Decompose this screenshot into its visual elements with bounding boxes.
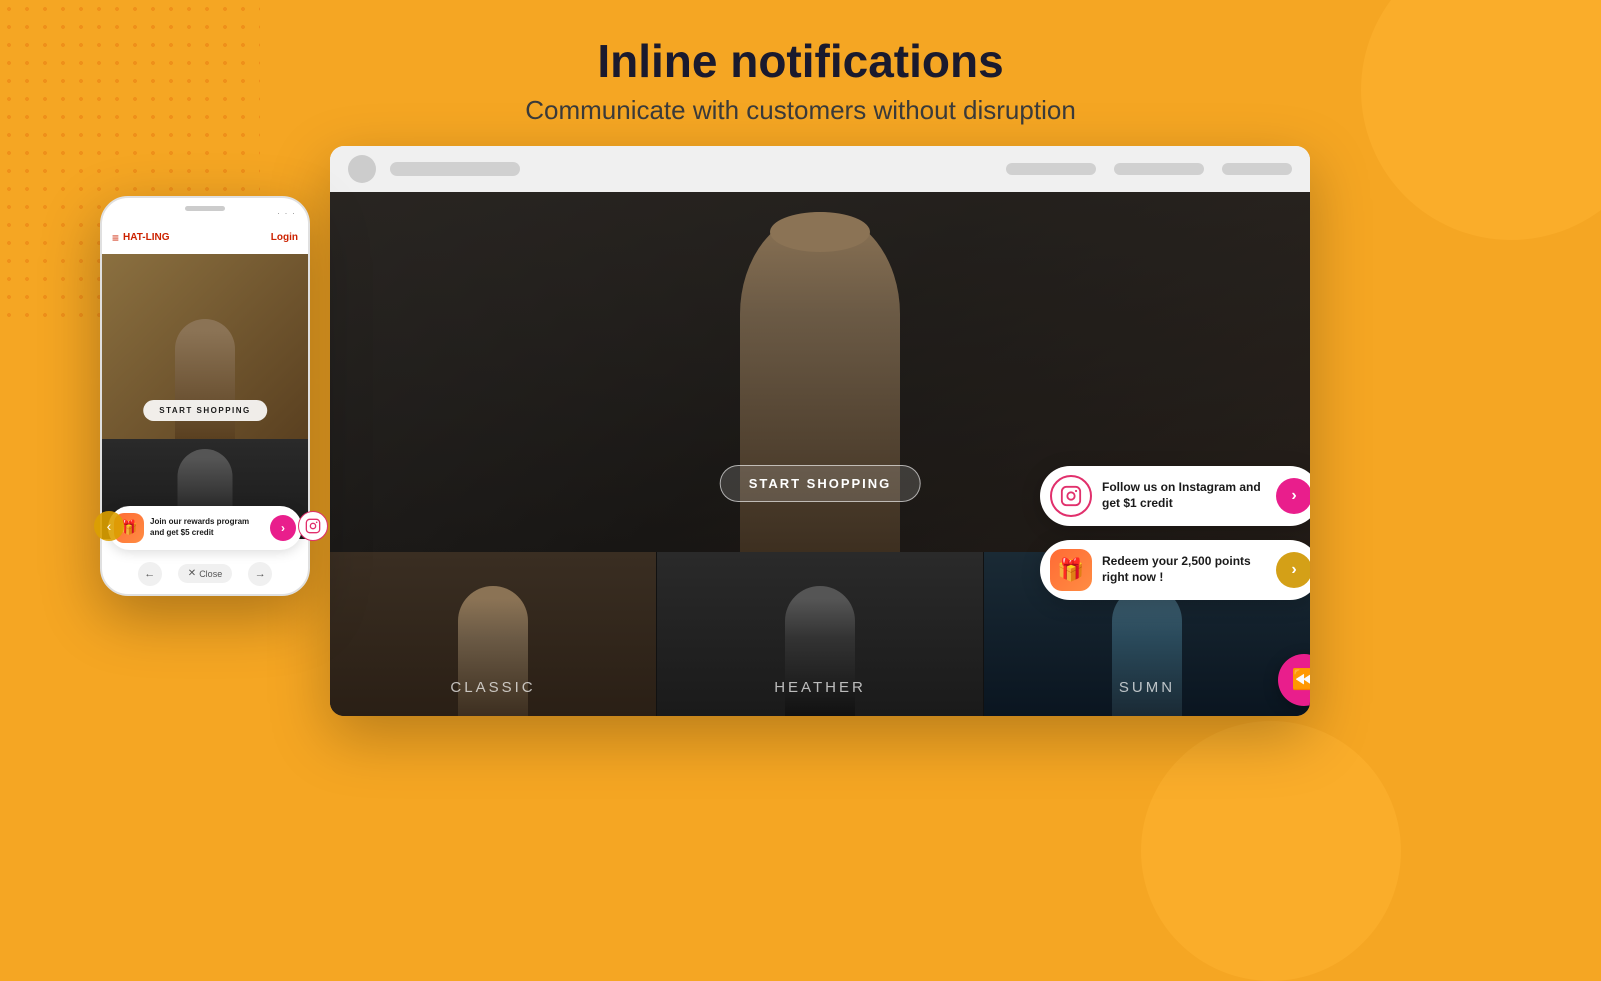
notification-instagram[interactable]: Follow us on Instagram and get $1 credit… — [1040, 466, 1310, 526]
product-label-summer: SUMN — [1119, 679, 1175, 696]
notification-points[interactable]: 🎁 Redeem your 2,500 points right now ! › — [1040, 540, 1310, 600]
browser-nav-item-1 — [1006, 163, 1096, 175]
product-label-classic: CLASSIC — [450, 679, 535, 696]
browser-nav-item-2 — [1114, 163, 1204, 175]
person-heather — [785, 586, 855, 716]
page-header: Inline notifications Communicate with cu… — [0, 0, 1601, 146]
instagram-icon — [1060, 485, 1082, 507]
mobile-dots: · · · — [277, 208, 296, 218]
instagram-small-icon — [305, 518, 321, 534]
bg-circle-bottom — [1141, 721, 1401, 981]
notification-instagram-arrow[interactable]: › — [1276, 478, 1310, 514]
hero-start-shopping-button[interactable]: START SHOPPING — [720, 465, 921, 502]
product-cell-heather[interactable]: HEATHER — [657, 552, 984, 716]
notification-instagram-text-wrapper: Follow us on Instagram and get $1 credit — [1102, 480, 1266, 511]
mobile-notif-arrow[interactable]: › — [270, 515, 296, 541]
mobile-next-button[interactable]: → — [248, 562, 272, 586]
mobile-nav: ← ✕ Close → — [102, 562, 308, 586]
gift-icon: 🎁 — [1057, 557, 1084, 583]
browser-address-bar — [390, 162, 520, 176]
gift-icon-container: 🎁 — [1050, 549, 1092, 591]
notification-instagram-text: Follow us on Instagram and get $1 credit — [1102, 480, 1266, 511]
person-classic — [458, 586, 528, 716]
mobile-instagram-icon[interactable] — [298, 511, 328, 541]
mobile-bottom-notification[interactable]: 🎁 Join our rewards program and get $5 cr… — [108, 506, 302, 550]
mobile-brand-name: HAT-LING — [123, 232, 169, 243]
browser-nav — [1006, 163, 1292, 175]
product-label-heather: HEATHER — [774, 679, 866, 696]
browser-mockup: START SHOPPING CLASSIC HEATHER — [330, 146, 1310, 716]
mobile-mockup: · · · ≡ HAT-LING Login START SHOPPING HE… — [100, 196, 310, 596]
mobile-prev-button[interactable]: ← — [138, 562, 162, 586]
browser-nav-item-3 — [1222, 163, 1292, 175]
product-cell-classic[interactable]: CLASSIC — [330, 552, 657, 716]
mobile-notch — [185, 206, 225, 211]
close-icon: ✕ — [188, 568, 196, 579]
mobile-hero-figure — [175, 319, 235, 439]
close-label: Close — [199, 569, 222, 579]
mobile-logo: ≡ HAT-LING — [112, 231, 170, 245]
mobile-header: ≡ HAT-LING Login — [102, 222, 308, 254]
notification-points-text: Redeem your 2,500 points right now ! — [1102, 554, 1266, 585]
mobile-hero-section: START SHOPPING — [102, 254, 308, 439]
mobile-start-shopping-button[interactable]: START SHOPPING — [143, 400, 267, 421]
browser-circle — [348, 155, 376, 183]
notification-points-text-wrapper: Redeem your 2,500 points right now ! — [1102, 554, 1266, 585]
hero-hat — [770, 212, 870, 252]
mobile-left-arrow-button[interactable]: ‹ — [94, 511, 124, 541]
content-area: START SHOPPING CLASSIC HEATHER — [0, 146, 1601, 156]
page-subtitle: Communicate with customers without disru… — [0, 95, 1601, 126]
mobile-logo-icon: ≡ — [112, 231, 119, 245]
page-title: Inline notifications — [0, 36, 1601, 87]
browser-toolbar — [330, 146, 1310, 192]
browser-content: START SHOPPING CLASSIC HEATHER — [330, 192, 1310, 716]
mobile-login-button[interactable]: Login — [271, 232, 298, 243]
mobile-notif-text: Join our rewards program and get $5 cred… — [150, 517, 264, 538]
instagram-icon-container — [1050, 475, 1092, 517]
mobile-close-button[interactable]: ✕ Close — [178, 564, 232, 583]
notification-points-arrow[interactable]: › — [1276, 552, 1310, 588]
person-summer — [1112, 586, 1182, 716]
